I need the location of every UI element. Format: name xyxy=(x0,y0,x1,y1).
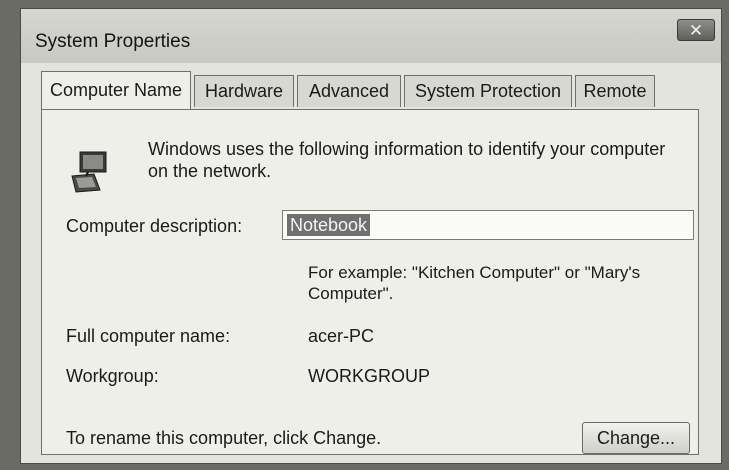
rename-instructions: To rename this computer, click Change. xyxy=(66,428,382,448)
example-text: For example: "Kitchen Computer" or "Mary… xyxy=(308,263,641,303)
computer-name-panel: Windows uses the following information t… xyxy=(41,109,699,455)
change-button[interactable]: Change... xyxy=(582,422,690,454)
title-bar[interactable]: System Properties ✕ xyxy=(21,9,721,63)
full-computer-name-value: acer-PC xyxy=(308,326,375,346)
computer-description-input[interactable]: Notebook xyxy=(282,210,694,240)
tab-advanced[interactable]: Advanced xyxy=(297,75,401,107)
close-button[interactable]: ✕ xyxy=(677,19,715,41)
full-computer-name-label: Full computer name: xyxy=(66,326,231,346)
intro-text: Windows uses the following information t… xyxy=(148,139,666,181)
computer-network-icon xyxy=(71,151,107,193)
close-icon: ✕ xyxy=(688,21,704,40)
system-properties-window: System Properties ✕ Computer Name Hardwa… xyxy=(20,8,722,464)
window-title: System Properties xyxy=(35,31,191,52)
workgroup-value: WORKGROUP xyxy=(308,366,431,386)
tab-computer-name[interactable]: Computer Name xyxy=(41,71,191,109)
computer-description-label: Computer description: xyxy=(66,216,243,236)
tab-remote[interactable]: Remote xyxy=(575,75,655,107)
tab-system-protection[interactable]: System Protection xyxy=(404,75,572,107)
tab-hardware[interactable]: Hardware xyxy=(194,75,294,107)
workgroup-label: Workgroup: xyxy=(66,366,159,386)
computer-description-value: Notebook xyxy=(287,214,371,236)
